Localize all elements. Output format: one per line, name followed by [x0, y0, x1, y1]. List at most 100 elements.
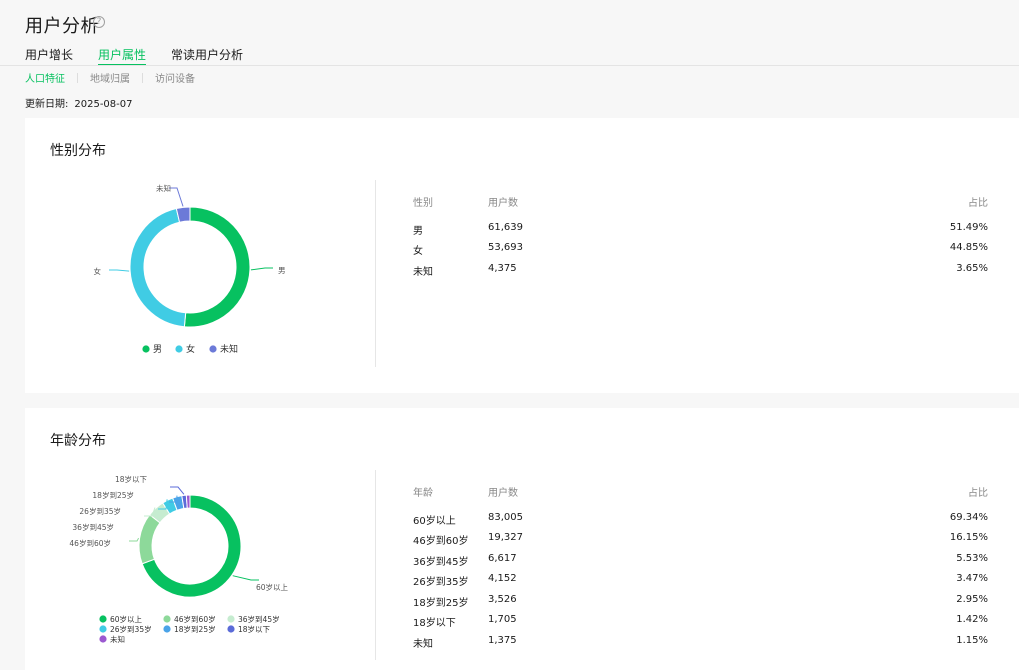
donut-slice-1[interactable] [138, 514, 161, 565]
legend-label: 18岁到25岁 [174, 624, 216, 634]
donut-slice-1[interactable] [129, 207, 187, 328]
age-donut-chart: 60岁以上 46岁到60岁 36岁到45岁 26岁到35岁 18岁到25岁 18岁以下未知… [69, 474, 289, 644]
legend-label: 女 [186, 343, 195, 355]
row-pct: 69.34% [949, 512, 988, 523]
legend-item[interactable]: 36岁到45岁 [227, 614, 280, 624]
row-count: 53,693 [488, 242, 523, 253]
age-card: 年龄分布 60岁以上 46岁到60岁 36岁到45岁 26岁到35岁 18岁到25岁 18… [25, 408, 1019, 670]
legend-item[interactable]: 未知 [99, 634, 125, 644]
update-date-label: 更新日期: [25, 99, 69, 110]
legend-item[interactable]: 女 [175, 343, 195, 355]
row-pct: 5.53% [956, 553, 988, 564]
row-count: 1,705 [488, 614, 517, 625]
slice-label: 18岁以下 [115, 474, 148, 484]
slice-label: 46岁到60岁 [69, 538, 111, 548]
header-ratio: 占比 [968, 488, 988, 499]
legend-dot [227, 625, 235, 633]
help-icon[interactable]: ? [93, 16, 105, 28]
subtab-divider [77, 72, 78, 83]
legend-label: 男 [153, 344, 162, 355]
row-pct: 2.95% [956, 594, 988, 605]
legend-dot [99, 635, 107, 643]
legend-label: 未知 [110, 634, 125, 644]
row-label: 36岁到45岁 [413, 557, 469, 568]
legend-label: 18岁以下 [238, 624, 271, 634]
sub-tabs: 人口特征 地域归属 访问设备 [25, 70, 195, 85]
row-label: 未知 [413, 639, 433, 650]
legend-dot [227, 615, 235, 623]
legend-label: 26岁到35岁 [110, 624, 152, 634]
leader-line [232, 575, 259, 581]
donut-slice-6[interactable] [185, 494, 191, 509]
slice-label: 18岁到25岁 [92, 490, 134, 500]
row-count: 1,375 [488, 635, 517, 646]
tab-user-attributes[interactable]: 用户属性 [98, 46, 147, 66]
legend-item[interactable]: 未知 [209, 343, 238, 355]
donut-slice-0[interactable] [183, 206, 251, 328]
slice-label: 男 [278, 266, 286, 275]
row-label: 60岁以上 [413, 516, 456, 527]
legend-dot [175, 345, 183, 353]
row-label: 女 [413, 246, 423, 257]
header-age: 年龄 [413, 488, 433, 499]
row-label: 18岁以下 [413, 618, 456, 629]
subtab-demographics[interactable]: 人口特征 [25, 70, 65, 85]
slice-label: 未知 [156, 183, 171, 193]
legend-item[interactable]: 60岁以上 [99, 614, 143, 624]
leader-line [250, 267, 273, 271]
row-pct: 44.85% [949, 242, 988, 253]
row-count: 61,639 [488, 222, 523, 233]
tab-user-growth[interactable]: 用户增长 [25, 46, 73, 66]
legend-dot [99, 625, 107, 633]
gender-card: 性别分布 男女未知男女未知 性别 用户数 占比 男 61,639 51.49% … [25, 118, 1019, 393]
row-pct: 3.65% [956, 263, 988, 274]
header-users: 用户数 [488, 488, 518, 499]
row-pct: 51.49% [949, 222, 988, 233]
card-divider [375, 470, 376, 660]
legend-item[interactable]: 18岁以下 [227, 624, 271, 634]
row-label: 未知 [413, 267, 433, 278]
row-label: 男 [413, 226, 423, 237]
update-date: 更新日期: 2025-08-07 [25, 95, 133, 110]
header-ratio: 占比 [968, 198, 988, 209]
subtab-divider [142, 72, 143, 83]
leader-line [170, 486, 185, 495]
row-pct: 16.15% [949, 532, 988, 543]
row-pct: 1.42% [956, 614, 988, 625]
legend-item[interactable]: 26岁到35岁 [99, 624, 152, 634]
row-label: 26岁到35岁 [413, 577, 469, 588]
update-date-value: 2025-08-07 [74, 99, 133, 110]
card-divider [375, 180, 376, 367]
tab-frequent-readers[interactable]: 常读用户分析 [171, 46, 243, 66]
row-count: 4,152 [488, 573, 517, 584]
leader-line [169, 187, 184, 207]
legend-item[interactable]: 46岁到60岁 [163, 614, 216, 624]
legend-item[interactable]: 男 [142, 344, 162, 355]
header-users: 用户数 [488, 198, 518, 209]
legend-label: 未知 [220, 343, 238, 355]
main-tabs: 用户增长 用户属性 常读用户分析 [25, 46, 268, 66]
leader-line [109, 269, 130, 272]
page-title: 用户分析 [25, 16, 99, 37]
legend-dot [99, 615, 107, 623]
row-pct: 1.15% [956, 635, 988, 646]
row-count: 4,375 [488, 263, 517, 274]
row-count: 3,526 [488, 594, 517, 605]
row-count: 6,617 [488, 553, 517, 564]
row-pct: 3.47% [956, 573, 988, 584]
slice-label: 60岁以上 [256, 582, 289, 592]
legend-dot [163, 625, 171, 633]
slice-label: 26岁到35岁 [79, 506, 121, 516]
gender-donut-chart: 男女未知男女未知 [94, 183, 286, 355]
legend-label: 60岁以上 [110, 614, 143, 624]
page-header: 用户分析 ? 用户增长 用户属性 常读用户分析 人口特征 地域归属 访问设备 更… [0, 0, 1019, 118]
legend-dot [142, 345, 150, 353]
legend-item[interactable]: 18岁到25岁 [163, 624, 216, 634]
legend-dot [163, 615, 171, 623]
row-count: 83,005 [488, 512, 523, 523]
legend-dot [209, 345, 217, 353]
legend-label: 36岁到45岁 [238, 614, 280, 624]
subtab-region[interactable]: 地域归属 [90, 70, 130, 85]
leader-line [129, 537, 140, 542]
subtab-devices[interactable]: 访问设备 [155, 70, 195, 85]
